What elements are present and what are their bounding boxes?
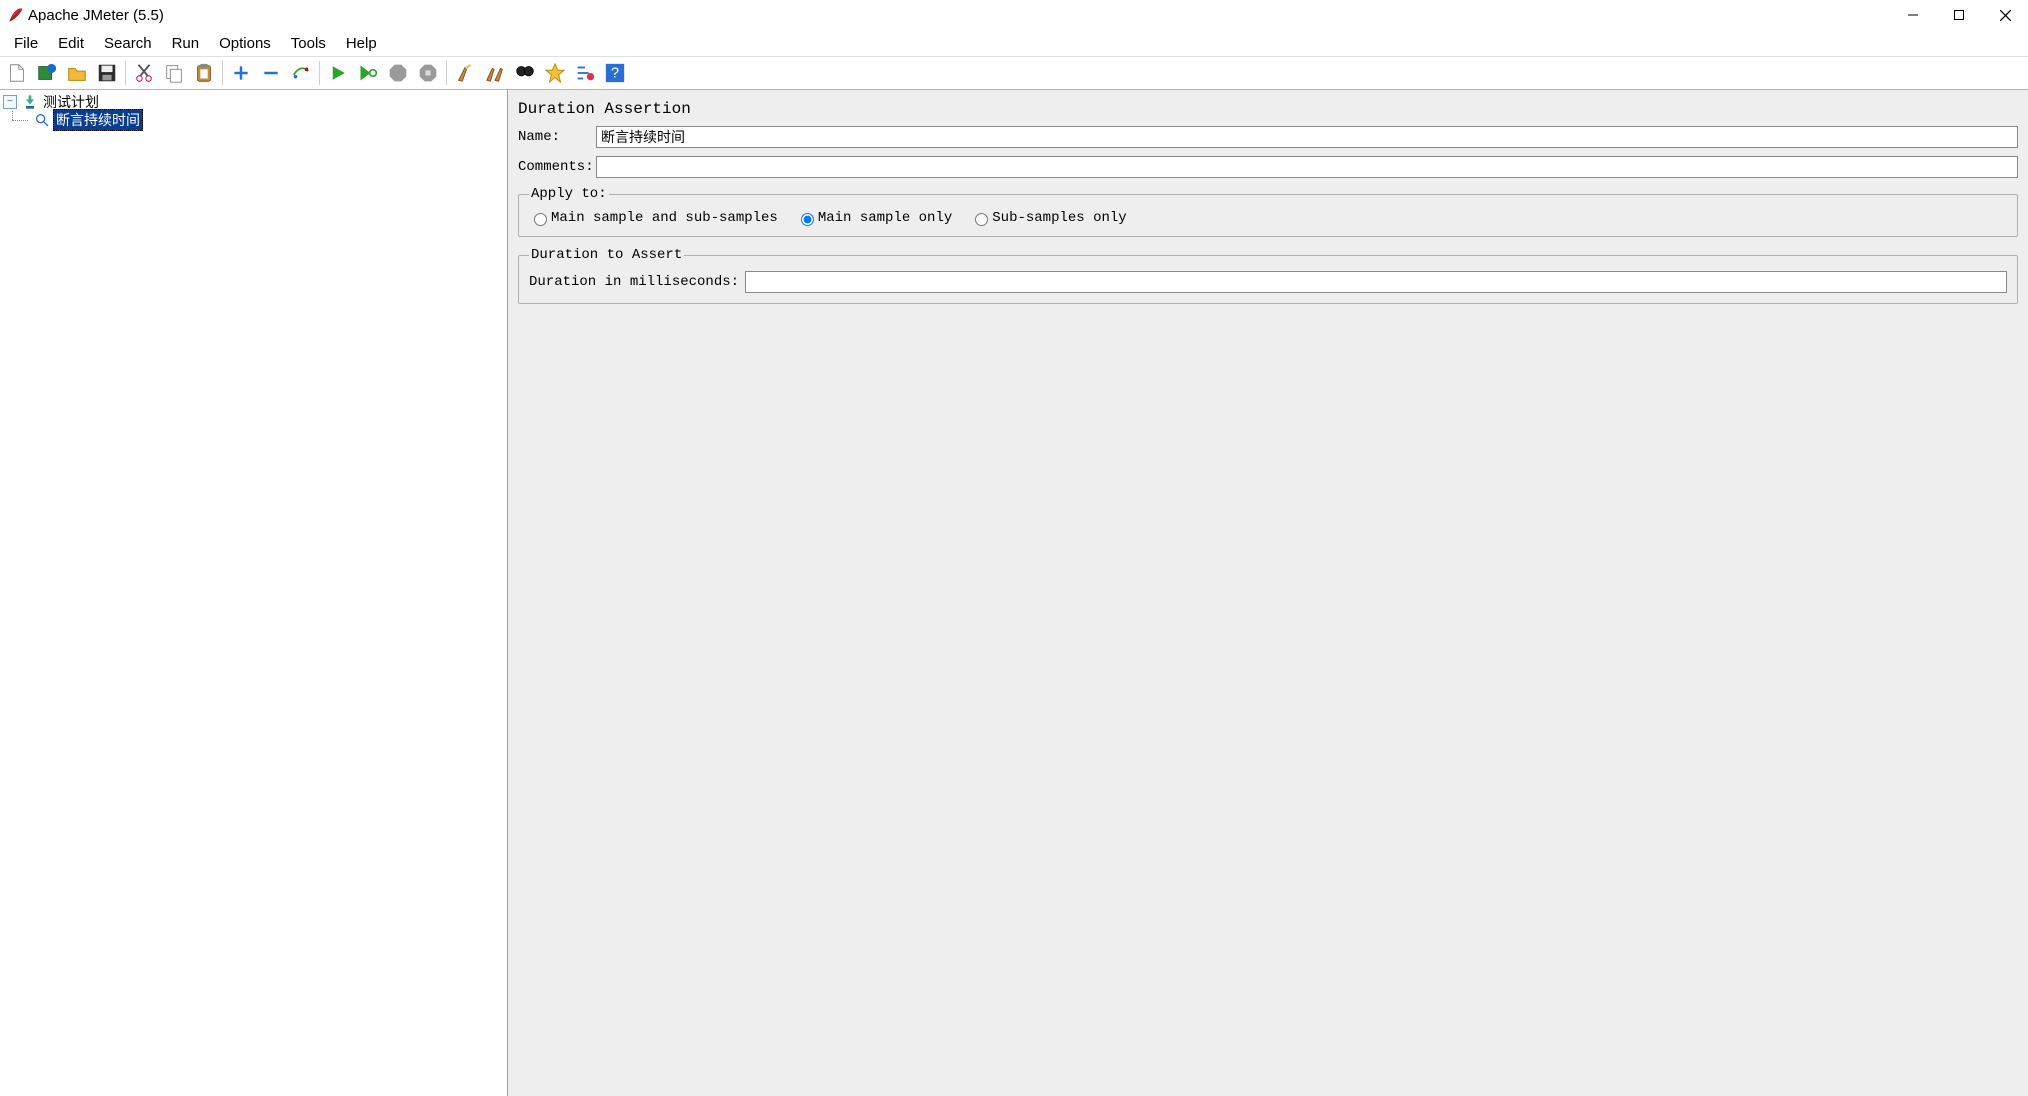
enable-disable-icon[interactable] <box>287 59 315 87</box>
search-icon[interactable] <box>511 59 539 87</box>
start-no-pauses-icon[interactable] <box>354 59 382 87</box>
apply-to-label-0: Main sample and sub-samples <box>551 210 778 226</box>
window-controls <box>1890 0 2028 30</box>
duration-fieldset: Duration to Assert Duration in milliseco… <box>518 247 2018 304</box>
tree-child-row[interactable]: 断言持续时间 <box>3 111 504 129</box>
toolbar-separator <box>222 61 223 85</box>
menu-options[interactable]: Options <box>209 33 281 54</box>
search-reset-icon[interactable] <box>541 59 569 87</box>
apply-to-legend: Apply to: <box>529 186 609 202</box>
open-icon[interactable] <box>63 59 91 87</box>
toolbar-separator <box>319 61 320 85</box>
stop-icon[interactable] <box>384 59 412 87</box>
apply-to-option-2[interactable]: Sub-samples only <box>970 210 1126 226</box>
paste-icon[interactable] <box>190 59 218 87</box>
menu-edit[interactable]: Edit <box>48 33 94 54</box>
toolbar: ? <box>0 56 2028 90</box>
apply-to-options: Main sample and sub-samples Main sample … <box>529 210 2007 226</box>
clear-all-icon[interactable] <box>481 59 509 87</box>
menu-file[interactable]: File <box>4 33 48 54</box>
duration-label: Duration in milliseconds: <box>529 274 739 290</box>
menu-search[interactable]: Search <box>94 33 162 54</box>
tree-panel[interactable]: − 测试计划 断言持续时间 <box>0 90 508 1096</box>
apply-to-label-2: Sub-samples only <box>992 210 1126 226</box>
comments-row: Comments: <box>518 156 2018 178</box>
duration-input[interactable] <box>745 271 2007 293</box>
minimize-button[interactable] <box>1890 0 1936 30</box>
menubar: File Edit Search Run Options Tools Help <box>0 30 2028 56</box>
copy-icon[interactable] <box>160 59 188 87</box>
function-helper-icon[interactable] <box>571 59 599 87</box>
apply-to-option-0[interactable]: Main sample and sub-samples <box>529 210 778 226</box>
comments-input[interactable] <box>596 156 2018 178</box>
apply-to-option-1[interactable]: Main sample only <box>796 210 952 226</box>
svg-text:?: ? <box>611 66 619 82</box>
menu-help[interactable]: Help <box>336 33 387 54</box>
toolbar-separator <box>125 61 126 85</box>
name-label: Name: <box>518 129 596 145</box>
collapse-icon[interactable]: − <box>3 95 17 109</box>
assertion-icon <box>33 111 51 129</box>
panel-heading: Duration Assertion <box>518 100 2018 118</box>
clear-icon[interactable] <box>451 59 479 87</box>
content-panel: Duration Assertion Name: Comments: Apply… <box>508 90 2028 1096</box>
start-icon[interactable] <box>324 59 352 87</box>
templates-icon[interactable] <box>33 59 61 87</box>
main-area: − 测试计划 断言持续时间 Duration Assertion Name: C… <box>0 90 2028 1096</box>
apply-to-radio-0[interactable] <box>534 213 547 226</box>
cut-icon[interactable] <box>130 59 158 87</box>
tree-child-label[interactable]: 断言持续时间 <box>53 109 143 131</box>
new-icon[interactable] <box>3 59 31 87</box>
window-title: Apache JMeter (5.5) <box>28 7 1890 24</box>
apply-to-radio-1[interactable] <box>801 213 814 226</box>
apply-to-radio-2[interactable] <box>975 213 988 226</box>
shutdown-icon[interactable] <box>414 59 442 87</box>
remove-icon[interactable] <box>257 59 285 87</box>
duration-row: Duration in milliseconds: <box>529 271 2007 293</box>
testplan-icon <box>21 93 39 111</box>
toolbar-separator <box>446 61 447 85</box>
maximize-button[interactable] <box>1936 0 1982 30</box>
titlebar: Apache JMeter (5.5) <box>0 0 2028 30</box>
close-button[interactable] <box>1982 0 2028 30</box>
save-icon[interactable] <box>93 59 121 87</box>
menu-run[interactable]: Run <box>162 33 210 54</box>
add-icon[interactable] <box>227 59 255 87</box>
name-input[interactable] <box>596 126 2018 148</box>
menu-tools[interactable]: Tools <box>281 33 336 54</box>
apply-to-fieldset: Apply to: Main sample and sub-samples Ma… <box>518 186 2018 237</box>
comments-label: Comments: <box>518 159 596 175</box>
tree-branch-icon <box>9 111 31 129</box>
help-icon[interactable]: ? <box>601 59 629 87</box>
app-feather-icon <box>8 7 24 23</box>
duration-legend: Duration to Assert <box>529 247 684 263</box>
name-row: Name: <box>518 126 2018 148</box>
apply-to-label-1: Main sample only <box>818 210 952 226</box>
